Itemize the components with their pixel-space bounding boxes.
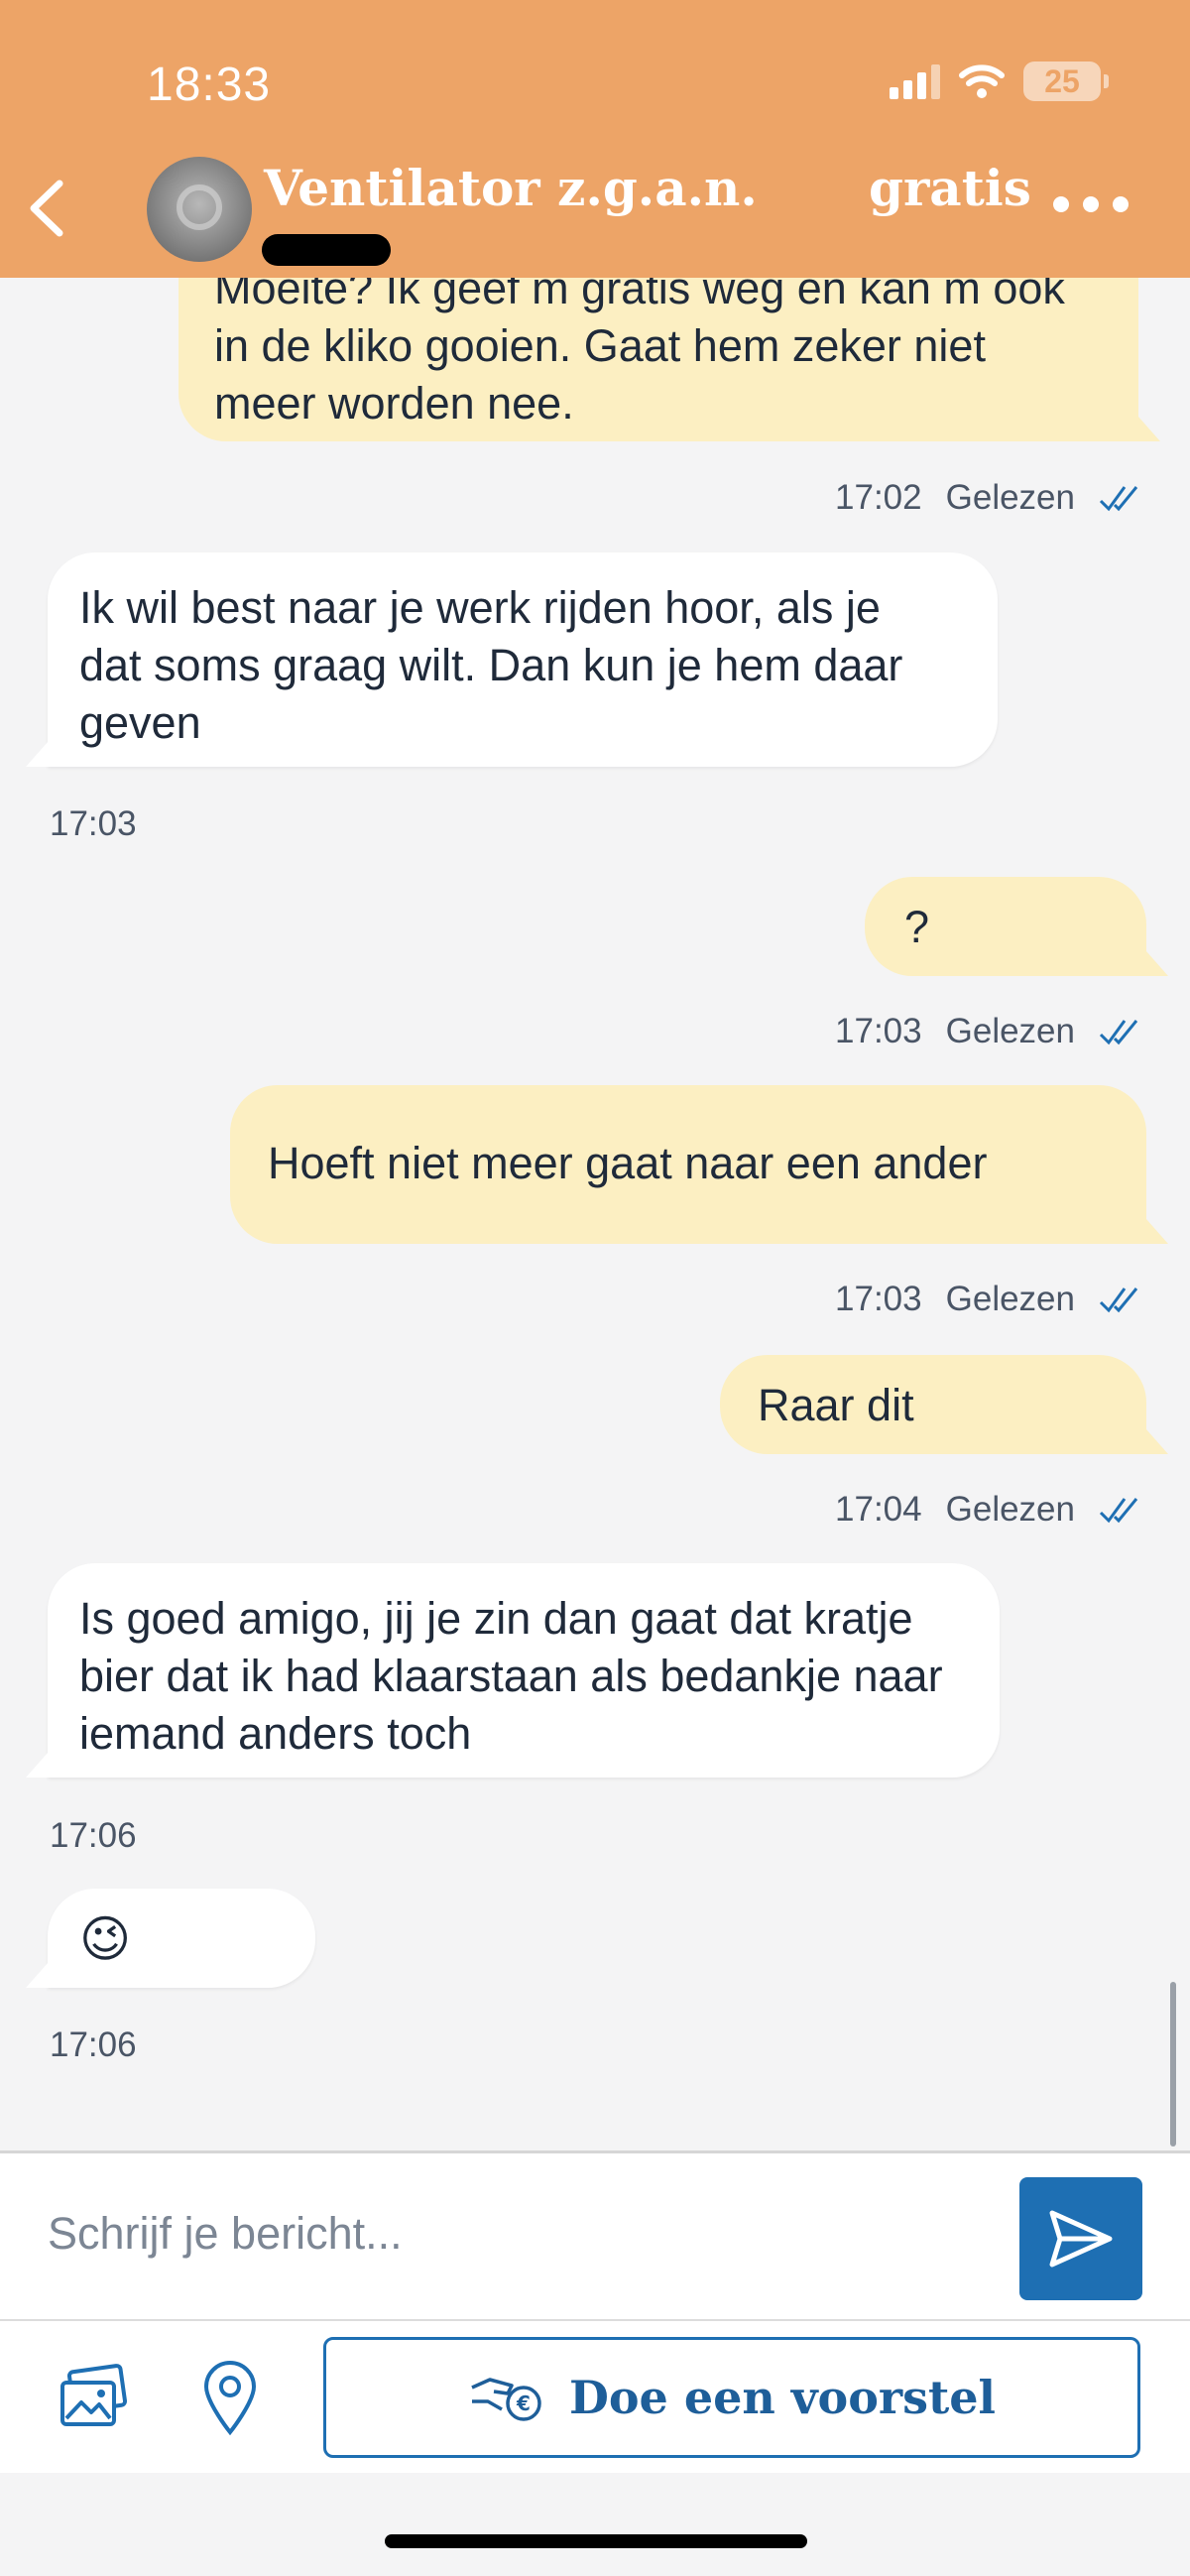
double-check-icon <box>1099 486 1138 512</box>
message-meta: 17:03 Gelezen <box>835 1280 1142 1319</box>
message-meta: 17:03 Gelezen <box>835 1012 1142 1051</box>
read-status: Gelezen <box>945 1280 1075 1318</box>
redacted-username <box>262 234 391 266</box>
message-meta: 17:02 Gelezen <box>835 478 1142 518</box>
action-bar: € Doe een voorstel <box>0 2319 1190 2473</box>
svg-text:€: € <box>516 2392 531 2415</box>
status-time: 18:33 <box>147 59 272 111</box>
home-indicator[interactable] <box>385 2534 807 2548</box>
double-check-icon <box>1099 1288 1138 1313</box>
location-pin-icon[interactable] <box>198 2357 262 2436</box>
more-options-button[interactable] <box>1053 196 1129 212</box>
message-incoming[interactable]: Ik wil best naar je werk rijden hoor, al… <box>26 552 998 767</box>
message-outgoing[interactable]: Hoeft niet meer gaat naar een ander <box>230 1085 1168 1244</box>
listing-price: gratis <box>869 159 1031 217</box>
listing-avatar[interactable] <box>147 157 252 262</box>
dot-icon <box>1113 196 1129 212</box>
message-outgoing[interactable]: Raar dit <box>720 1355 1168 1454</box>
send-button[interactable] <box>1019 2177 1142 2300</box>
message-time: 17:03 <box>50 804 137 843</box>
cellular-signal-icon <box>890 63 940 99</box>
message-time: 17:03 <box>835 1280 922 1318</box>
status-icons: 25 <box>890 61 1109 101</box>
hand-coin-icon: € <box>471 2378 541 2421</box>
message-text: Moeite? Ik geef m gratis weg en kan m oo… <box>214 263 1065 429</box>
chat-header: 18:33 25 Ventilator z.g.a.n. gratis <box>0 0 1190 278</box>
back-button[interactable] <box>22 174 71 243</box>
send-icon <box>1049 2210 1113 2268</box>
message-time: 17:03 <box>835 1012 922 1050</box>
read-status: Gelezen <box>945 1012 1075 1050</box>
message-time: 17:06 <box>50 2025 137 2064</box>
message-text: ? <box>904 902 930 952</box>
message-text: Is goed amigo, jij je zin dan gaat dat k… <box>79 1593 943 1759</box>
message-outgoing[interactable]: ? <box>865 877 1168 976</box>
dot-icon <box>1053 196 1069 212</box>
message-time: 17:06 <box>50 1816 137 1855</box>
message-time: 17:02 <box>835 478 922 517</box>
message-text: Ik wil best naar je werk rijden hoor, al… <box>79 582 903 748</box>
read-status: Gelezen <box>945 478 1075 517</box>
message-incoming[interactable]: Is goed amigo, jij je zin dan gaat dat k… <box>26 1563 1000 1778</box>
scrollbar[interactable] <box>1170 1982 1176 2147</box>
message-input[interactable] <box>48 2189 980 2278</box>
fan-image <box>177 184 222 230</box>
double-check-icon <box>1099 1498 1138 1524</box>
photos-icon[interactable] <box>58 2361 129 2432</box>
wifi-icon <box>959 64 1005 98</box>
chat-title[interactable]: Ventilator z.g.a.n. <box>264 159 758 217</box>
message-text: Hoeft niet meer gaat naar een ander <box>268 1138 988 1188</box>
wink-emoji: 😉 <box>79 1911 132 1967</box>
battery-icon: 25 <box>1023 61 1109 101</box>
message-time: 17:04 <box>835 1490 922 1529</box>
dot-icon <box>1083 196 1099 212</box>
message-text: Raar dit <box>758 1380 914 1430</box>
battery-level: 25 <box>1044 62 1080 99</box>
composer <box>0 2150 1190 2319</box>
message-incoming[interactable]: 😉 <box>26 1889 315 1988</box>
make-offer-button[interactable]: € Doe een voorstel <box>323 2337 1140 2458</box>
message-meta: 17:04 Gelezen <box>835 1490 1142 1530</box>
double-check-icon <box>1099 1020 1138 1045</box>
read-status: Gelezen <box>945 1490 1075 1529</box>
make-offer-label: Doe een voorstel <box>568 2371 997 2424</box>
